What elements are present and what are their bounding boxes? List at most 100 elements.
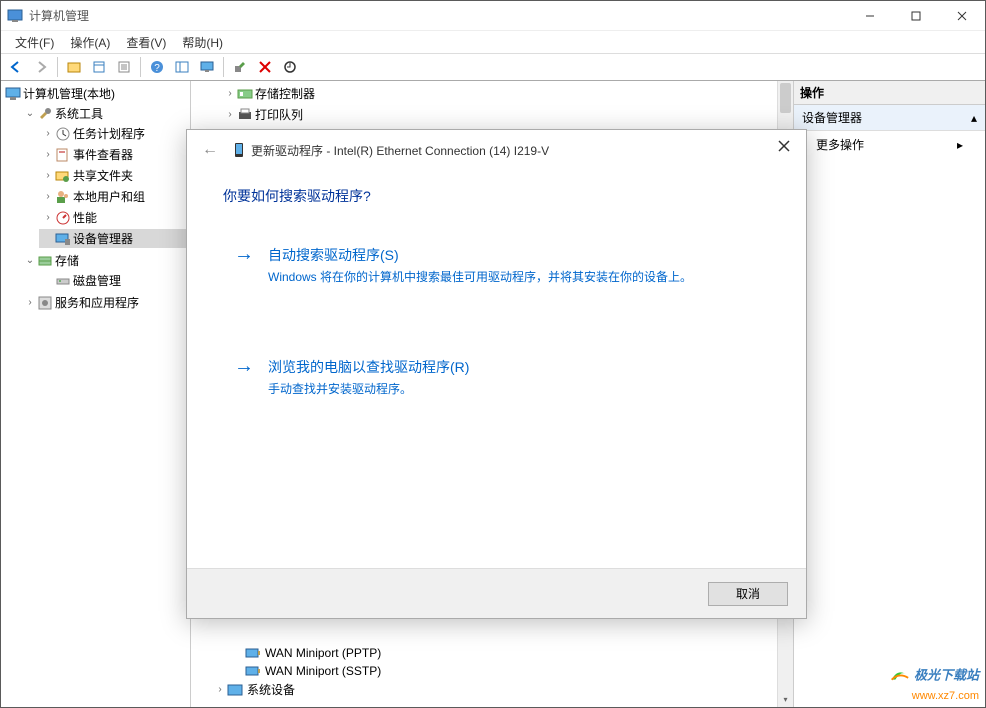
tree-local-users[interactable]: › 本地用户和组 xyxy=(39,187,188,206)
actions-section-label: 设备管理器 xyxy=(802,109,862,126)
expand-icon[interactable]: › xyxy=(223,88,237,99)
tree-root[interactable]: 计算机管理(本地) xyxy=(3,84,188,103)
watermark: 极光下载站 www.xz7.com xyxy=(888,665,979,703)
tree-performance[interactable]: ›性能 xyxy=(39,208,188,227)
dialog-footer: 取消 xyxy=(187,568,806,618)
toolbar: ? xyxy=(1,53,985,81)
tool-monitor-button[interactable] xyxy=(196,56,218,78)
maximize-button[interactable] xyxy=(893,1,939,31)
tree-shared-folders[interactable]: ›共享文件夹 xyxy=(39,166,188,185)
collapse-icon[interactable]: ⌄ xyxy=(23,255,37,266)
device-category-printers[interactable]: ›打印队列 xyxy=(221,105,776,124)
collapse-icon[interactable]: ⌄ xyxy=(23,108,37,119)
dialog-header: ← 更新驱动程序 - Intel(R) Ethernet Connection … xyxy=(187,130,806,170)
expand-icon[interactable]: › xyxy=(41,128,55,139)
services-icon xyxy=(37,295,53,311)
tree-label: 系统设备 xyxy=(247,681,295,698)
expand-icon[interactable]: › xyxy=(213,684,227,695)
dialog-close-button[interactable] xyxy=(764,132,804,160)
tree-storage[interactable]: ⌄ 存储 xyxy=(21,251,188,270)
left-pane: 计算机管理(本地) ⌄ 系统工具 ›任务计划程序 › 事件查看器 xyxy=(1,81,191,707)
expand-icon[interactable]: › xyxy=(41,149,55,160)
cancel-button[interactable]: 取消 xyxy=(708,582,788,606)
tool-scan-button[interactable] xyxy=(229,56,251,78)
menu-help[interactable]: 帮助(H) xyxy=(174,32,231,53)
chevron-right-icon: ▸ xyxy=(957,138,963,152)
toolbar-separator xyxy=(57,57,58,77)
close-button[interactable] xyxy=(939,1,985,31)
storage-icon xyxy=(37,253,53,269)
back-button[interactable] xyxy=(5,56,27,78)
tree-label: 服务和应用程序 xyxy=(55,294,139,311)
device-category-storage[interactable]: ›存储控制器 xyxy=(221,84,776,103)
menu-view[interactable]: 查看(V) xyxy=(118,32,174,53)
tool-view1-button[interactable] xyxy=(171,56,193,78)
tree-system-tools[interactable]: ⌄ 系统工具 xyxy=(21,104,188,123)
minimize-button[interactable] xyxy=(847,1,893,31)
svg-text:?: ? xyxy=(154,63,160,74)
tree-services[interactable]: › 服务和应用程序 xyxy=(21,293,188,312)
toolbar-separator xyxy=(223,57,224,77)
printer-icon xyxy=(237,107,253,123)
tree-label: 设备管理器 xyxy=(73,230,133,247)
dialog-title: 更新驱动程序 - Intel(R) Ethernet Connection (1… xyxy=(251,142,806,159)
expand-icon[interactable]: › xyxy=(41,170,55,181)
device-category-system[interactable]: › 系统设备 xyxy=(213,680,381,699)
tool-help-button[interactable]: ? xyxy=(146,56,168,78)
watermark-text: 极光下载站 xyxy=(914,667,979,682)
watermark-logo-icon xyxy=(888,665,910,687)
menu-action[interactable]: 操作(A) xyxy=(62,32,118,53)
option-auto-search[interactable]: → 自动搜索驱动程序(S) Windows 将在你的计算机中搜索最佳可用驱动程序… xyxy=(223,236,766,294)
tree-disk-mgmt[interactable]: 磁盘管理 xyxy=(39,271,188,290)
device-list-tail: WAN Miniport (PPTP) WAN Miniport (SSTP) … xyxy=(231,644,381,699)
tool-list-button[interactable] xyxy=(113,56,135,78)
device-manager-icon xyxy=(55,231,71,247)
tool-properties-button[interactable] xyxy=(88,56,110,78)
expand-icon[interactable]: › xyxy=(41,191,55,202)
arrow-right-icon: → xyxy=(234,243,254,285)
shared-folder-icon xyxy=(55,168,71,184)
storage-controller-icon xyxy=(237,86,253,102)
tool-folder-button[interactable] xyxy=(63,56,85,78)
expand-icon[interactable]: › xyxy=(23,297,37,308)
device-wan-pptp[interactable]: WAN Miniport (PPTP) xyxy=(231,644,381,662)
system-devices-icon xyxy=(227,682,243,698)
actions-section[interactable]: 设备管理器 ▴ xyxy=(794,105,985,131)
right-pane: 操作 设备管理器 ▴ 更多操作 ▸ xyxy=(794,81,985,707)
disk-icon xyxy=(55,273,71,289)
users-icon xyxy=(55,189,71,205)
forward-button[interactable] xyxy=(30,56,52,78)
scrollbar-thumb[interactable] xyxy=(780,83,791,113)
option-browse-computer[interactable]: → 浏览我的电脑以查找驱动程序(R) 手动查找并安装驱动程序。 xyxy=(223,348,766,406)
update-driver-dialog: ← 更新驱动程序 - Intel(R) Ethernet Connection … xyxy=(186,129,807,619)
more-actions[interactable]: 更多操作 ▸ xyxy=(794,131,985,158)
dialog-back-button[interactable]: ← xyxy=(197,137,223,163)
actions-header: 操作 xyxy=(794,81,985,105)
computer-icon xyxy=(5,86,21,102)
tree-label: 存储 xyxy=(55,252,79,269)
tree-label: 计算机管理(本地) xyxy=(23,85,115,102)
arrow-right-icon: → xyxy=(234,355,254,397)
tree-task-scheduler[interactable]: ›任务计划程序 xyxy=(39,124,188,143)
scroll-down-icon[interactable]: ▾ xyxy=(778,691,793,707)
tree-label: 系统工具 xyxy=(55,105,103,122)
toolbar-separator xyxy=(140,57,141,77)
clock-icon xyxy=(55,126,71,142)
device-wan-sstp[interactable]: WAN Miniport (SSTP) xyxy=(231,662,381,680)
event-icon xyxy=(55,147,71,163)
dialog-prompt: 你要如何搜索驱动程序? xyxy=(223,186,766,206)
expand-icon[interactable]: › xyxy=(41,212,55,223)
tree-label: 本地用户和组 xyxy=(73,188,145,205)
tool-update-button[interactable] xyxy=(279,56,301,78)
menubar: 文件(F) 操作(A) 查看(V) 帮助(H) xyxy=(1,31,985,53)
tree-event-viewer[interactable]: › 事件查看器 xyxy=(39,145,188,164)
tree-label: 磁盘管理 xyxy=(73,272,121,289)
tree-device-manager[interactable]: 设备管理器 xyxy=(39,229,188,248)
action-label: 更多操作 xyxy=(816,136,864,153)
menu-file[interactable]: 文件(F) xyxy=(7,32,62,53)
tool-delete-button[interactable] xyxy=(254,56,276,78)
tree-label: 事件查看器 xyxy=(73,146,133,163)
option-description: Windows 将在你的计算机中搜索最佳可用驱动程序，并将其安装在你的设备上。 xyxy=(268,268,692,285)
expand-icon[interactable]: › xyxy=(223,109,237,120)
option-title: 自动搜索驱动程序(S) xyxy=(268,245,692,265)
